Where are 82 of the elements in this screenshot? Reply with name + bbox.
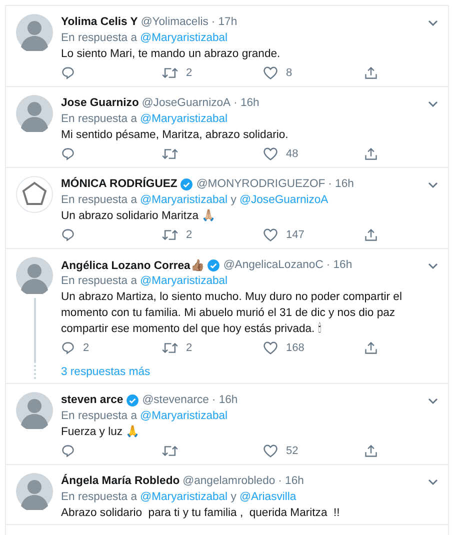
tweet-time[interactable]: · 16h xyxy=(212,394,238,406)
reply-label: En respuesta a xyxy=(61,113,138,125)
reply-icon[interactable] xyxy=(61,66,75,80)
avatar[interactable] xyxy=(16,257,53,294)
reply-label: En respuesta a xyxy=(61,32,138,44)
like-count: 168 xyxy=(286,342,304,354)
caret-icon[interactable] xyxy=(428,20,438,27)
user-handle: @Yolimacelis xyxy=(140,16,208,28)
caret-icon[interactable] xyxy=(428,263,438,270)
tweet-text: Un abrazo solidario Maritza 🙏🏼 xyxy=(61,208,217,224)
caret-icon[interactable] xyxy=(428,182,438,189)
retweet-count: 2 xyxy=(186,67,192,79)
reply-label: En respuesta a xyxy=(61,491,138,503)
mention-link[interactable]: @Maryaristizabal xyxy=(140,275,228,287)
heart-icon[interactable] xyxy=(263,147,278,161)
heart-icon[interactable] xyxy=(263,341,278,355)
avatar[interactable] xyxy=(16,473,53,510)
user-handle: @stevenarce xyxy=(142,394,209,406)
user-name[interactable]: MÓNICA RODRÍGUEZ xyxy=(61,178,178,190)
avatar[interactable] xyxy=(16,95,53,132)
reply-label: En respuesta a xyxy=(61,275,138,287)
reply-joiner: y xyxy=(230,491,238,503)
retweet-icon[interactable] xyxy=(162,66,178,80)
avatar[interactable] xyxy=(16,392,53,429)
mention-link[interactable]: @Maryaristizabal xyxy=(140,410,228,422)
user-name[interactable]: steven arce xyxy=(61,394,124,406)
tweet-time[interactable]: · 17h xyxy=(211,16,238,28)
more-replies-link[interactable]: 3 respuestas más xyxy=(61,366,150,378)
mention-link[interactable]: @JoseGuarnizoA xyxy=(240,194,328,206)
user-name[interactable]: Jose Guarnizo xyxy=(61,97,139,109)
mention-link[interactable]: @Maryaristizabal xyxy=(140,491,228,503)
heart-icon[interactable] xyxy=(263,228,278,242)
reply-joiner: y xyxy=(230,194,238,206)
tweet-time[interactable]: · 16h xyxy=(328,178,354,190)
tweet-text: Abrazo solidario para ti y tu familia , querida Maritza !! xyxy=(61,506,341,521)
reply-icon[interactable] xyxy=(61,444,75,458)
user-handle: @angelamrobledo xyxy=(182,475,276,487)
mention-link[interactable]: @Maryaristizabal xyxy=(140,32,228,44)
retweet-count: 2 xyxy=(186,229,192,241)
mention-link[interactable]: @Maryaristizabal xyxy=(140,113,228,125)
tweet-text: Fuerza y luz 🙏 xyxy=(61,424,141,440)
user-handle: @JoseGuarnizoA xyxy=(142,97,231,109)
tweet-time[interactable]: · 16h xyxy=(326,259,352,271)
share-icon[interactable] xyxy=(364,147,378,161)
caret-icon[interactable] xyxy=(428,479,438,486)
retweet-icon[interactable] xyxy=(162,228,178,242)
retweet-icon[interactable] xyxy=(162,147,178,161)
tweet-time[interactable]: · 16h xyxy=(234,97,260,109)
tweet-text: Lo siento Mari, te mando un abrazo grande. xyxy=(61,47,282,62)
user-name[interactable]: Angélica Lozano Correa👍🏽 xyxy=(61,258,204,272)
reply-icon[interactable] xyxy=(61,147,75,161)
share-icon[interactable] xyxy=(364,341,378,355)
share-icon[interactable] xyxy=(364,228,378,242)
like-count: 48 xyxy=(286,148,298,160)
heart-icon[interactable] xyxy=(263,444,278,458)
retweet-icon[interactable] xyxy=(162,444,178,458)
mention-link[interactable]: @Ariasvilla xyxy=(240,491,296,503)
caret-icon[interactable] xyxy=(428,398,438,405)
tweet-text: Un abrazo Martiza, lo siento mucho. Muy duro no poder compartir el momento con tu familia. Mi abuelo murió el 31 de dic y nos dio paz compartir ese momento del que hoy estás privada. 🕯 xyxy=(61,290,403,337)
user-name[interactable]: Yolima Celis Y xyxy=(61,16,138,28)
tweet-text: Mi sentido pésame, Maritza, abrazo solidario. xyxy=(61,128,290,143)
share-icon[interactable] xyxy=(364,66,378,80)
avatar[interactable] xyxy=(16,14,53,51)
user-handle: @AngelicaLozanoC xyxy=(223,259,324,271)
user-name[interactable]: Ángela María Robledo xyxy=(61,475,180,487)
like-count: 8 xyxy=(286,67,292,79)
heart-icon[interactable] xyxy=(263,66,278,80)
reply-icon[interactable] xyxy=(61,228,75,242)
caret-icon[interactable] xyxy=(428,101,438,108)
mention-link[interactable]: @Maryaristizabal xyxy=(140,194,228,206)
like-count: 147 xyxy=(286,229,304,241)
like-count: 52 xyxy=(286,445,298,457)
share-icon[interactable] xyxy=(364,444,378,458)
tweet-time[interactable]: · 16h xyxy=(278,475,304,487)
retweet-icon[interactable] xyxy=(162,341,178,355)
reply-label: En respuesta a xyxy=(61,410,138,422)
avatar[interactable] xyxy=(16,176,53,213)
retweet-count: 2 xyxy=(186,342,192,354)
reply-icon[interactable] xyxy=(61,341,75,355)
reply-label: En respuesta a xyxy=(61,194,138,206)
reply-count: 2 xyxy=(83,342,90,354)
user-handle: @MONYRODRIGUEZOF xyxy=(196,178,326,190)
